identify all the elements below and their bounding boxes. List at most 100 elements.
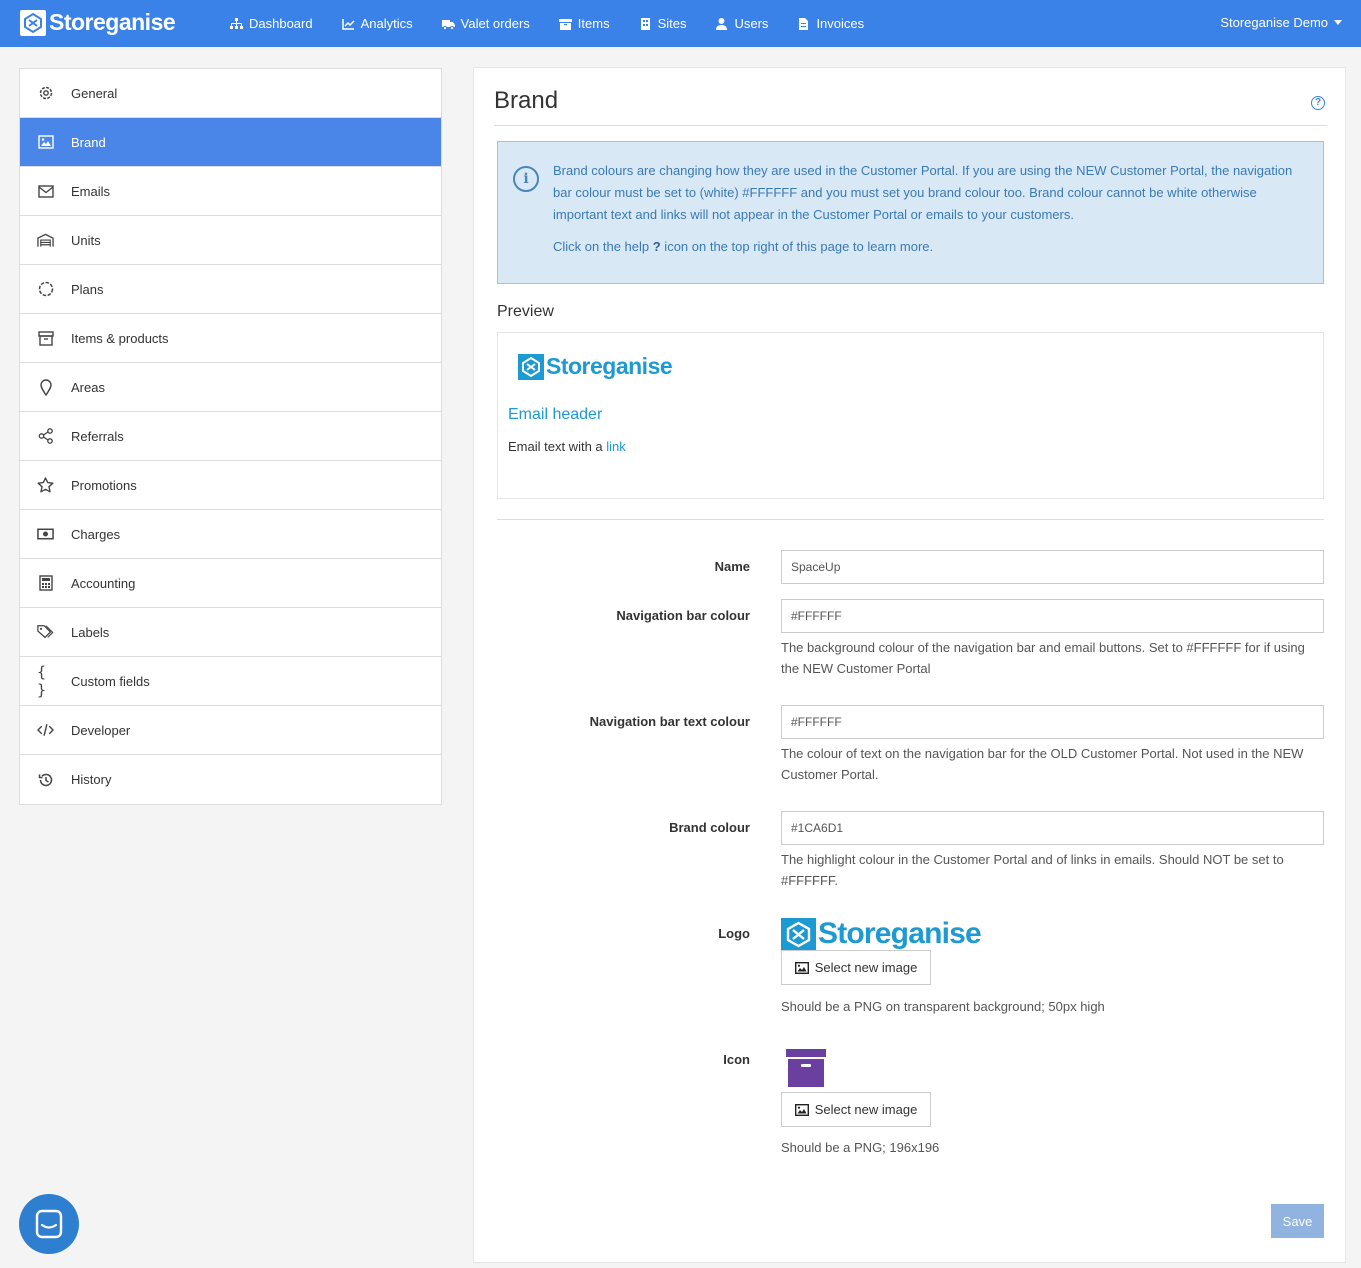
box-icon (558, 18, 572, 30)
nav-items[interactable]: Items (558, 16, 610, 31)
sidebar-item-label: Plans (71, 281, 104, 297)
history-icon (37, 771, 54, 788)
chevron-down-icon (1334, 20, 1342, 25)
brand-colour-input[interactable] (781, 811, 1324, 845)
email-header: Email header (508, 406, 603, 423)
name-input[interactable] (781, 550, 1324, 584)
alert-help-pre: Click on the help (553, 239, 653, 254)
sidebar-item-emails[interactable]: Emails (20, 167, 441, 216)
info-alert: i Brand colours are changing how they ar… (497, 141, 1324, 284)
sidebar-item-custom-fields[interactable]: { } Custom fields (20, 657, 441, 706)
preview-logo-text: Storeganise (546, 353, 673, 379)
top-navbar: Storeganise Dashboard Analytics Valet or… (0, 0, 1361, 47)
preview-logo: Storeganise (518, 353, 673, 380)
sidebar-item-label: Units (71, 232, 101, 248)
money-bill-icon (37, 526, 54, 543)
nav-text-colour-help: The colour of text on the navigation bar… (781, 746, 1304, 782)
nav-text-colour-label: Navigation bar text colour (589, 714, 750, 729)
nav-colour-label: Navigation bar colour (616, 608, 750, 623)
nav-colour-input[interactable] (781, 599, 1324, 633)
select-icon-label: Select new image (814, 1102, 918, 1117)
nav-analytics[interactable]: Analytics (341, 16, 413, 31)
sidebar-item-items-products[interactable]: Items & products (20, 314, 441, 363)
user-icon (716, 17, 728, 30)
email-preview: Storeganise Email header Email text with… (497, 332, 1324, 499)
account-menu[interactable]: Storeganise Demo (1220, 15, 1342, 30)
alert-help-post: icon on the top right of this page to le… (660, 239, 934, 254)
nav-text-colour-input[interactable] (781, 705, 1324, 739)
logo-label: Logo (718, 926, 750, 941)
sidebar-item-label: Emails (71, 183, 111, 199)
nav-dashboard-label: Dashboard (249, 16, 313, 31)
logo-image-text: Storeganise (818, 917, 982, 950)
sidebar-item-developer[interactable]: Developer (20, 706, 441, 755)
name-label: Name (714, 559, 750, 574)
sidebar-item-brand[interactable]: Brand (20, 118, 441, 167)
brand-settings-panel: Brand ? i Brand colours are changing how… (473, 67, 1346, 1263)
archive-icon (37, 330, 54, 347)
sidebar-item-label: Brand (71, 134, 106, 150)
sidebar-item-units[interactable]: Units (20, 216, 441, 265)
image-icon (794, 1103, 809, 1116)
account-name: Storeganise Demo (1220, 15, 1328, 30)
sidebar-item-label: Areas (71, 379, 105, 395)
braces-icon: { } (37, 663, 47, 699)
nav-valet-orders[interactable]: Valet orders (441, 16, 530, 31)
sidebar-item-label: Referrals (71, 428, 124, 444)
code-icon (37, 722, 54, 739)
select-icon-button[interactable]: Select new image (781, 1092, 931, 1127)
nav-sites-label: Sites (657, 16, 687, 31)
save-button[interactable]: Save (1271, 1204, 1324, 1238)
nav-users-label: Users (734, 16, 769, 31)
sidebar-item-accounting[interactable]: Accounting (20, 559, 441, 608)
nav-invoices-label: Invoices (816, 16, 865, 31)
chat-icon (35, 1209, 63, 1239)
nav-dashboard[interactable]: Dashboard (230, 16, 313, 31)
sidebar-item-charges[interactable]: Charges (20, 510, 441, 559)
icon-label: Icon (723, 1052, 750, 1067)
alert-help-text: Click on the help ? icon on the top righ… (553, 236, 1305, 258)
chart-line-icon (341, 18, 355, 30)
sidebar-item-label: Promotions (71, 477, 137, 493)
select-logo-label: Select new image (814, 960, 918, 975)
sidebar-item-label: General (71, 85, 118, 101)
sidebar-item-promotions[interactable]: Promotions (20, 461, 441, 510)
sidebar-item-history[interactable]: History (20, 755, 441, 804)
brand-colour-label: Brand colour (669, 820, 750, 835)
star-icon (37, 477, 54, 494)
sidebar-item-label: Labels (71, 624, 110, 640)
nav-colour-help: The background colour of the navigation … (781, 640, 1305, 676)
sidebar-item-referrals[interactable]: Referrals (20, 412, 441, 461)
image-icon (37, 134, 54, 151)
divider (497, 519, 1324, 520)
sidebar-item-labels[interactable]: Labels (20, 608, 441, 657)
select-logo-button[interactable]: Select new image (781, 950, 931, 985)
question-mark-icon: ? (652, 239, 661, 254)
nav-sites[interactable]: Sites (639, 16, 687, 31)
email-link[interactable]: link (606, 439, 626, 454)
sidebar-item-label: Developer (71, 722, 131, 738)
sidebar-item-areas[interactable]: Areas (20, 363, 441, 412)
nav-users[interactable]: Users (715, 16, 768, 31)
logo-image: Storeganise (781, 917, 982, 951)
storeganise-logo-icon (518, 353, 544, 380)
brand-logo[interactable]: Storeganise (20, 9, 176, 36)
circle-dashed-icon (37, 281, 54, 298)
map-pin-icon (37, 378, 54, 396)
sidebar-item-plans[interactable]: Plans (20, 265, 441, 314)
chat-widget-button[interactable] (19, 1194, 79, 1254)
nav-invoices[interactable]: Invoices (797, 16, 864, 31)
divider (494, 125, 1327, 126)
help-icon[interactable]: ? (1311, 96, 1325, 110)
building-icon (640, 17, 650, 30)
main-nav: Dashboard Analytics Valet orders Items S… (230, 0, 893, 47)
image-icon (794, 961, 809, 974)
envelope-icon (37, 183, 54, 200)
sidebar-item-general[interactable]: General (20, 69, 441, 118)
share-icon (37, 428, 54, 445)
email-text-body: Email text with a (508, 439, 607, 454)
alert-text: Brand colours are changing how they are … (553, 163, 1293, 222)
preview-label: Preview (497, 303, 554, 320)
tags-icon (37, 624, 54, 641)
info-icon: i (513, 166, 539, 192)
